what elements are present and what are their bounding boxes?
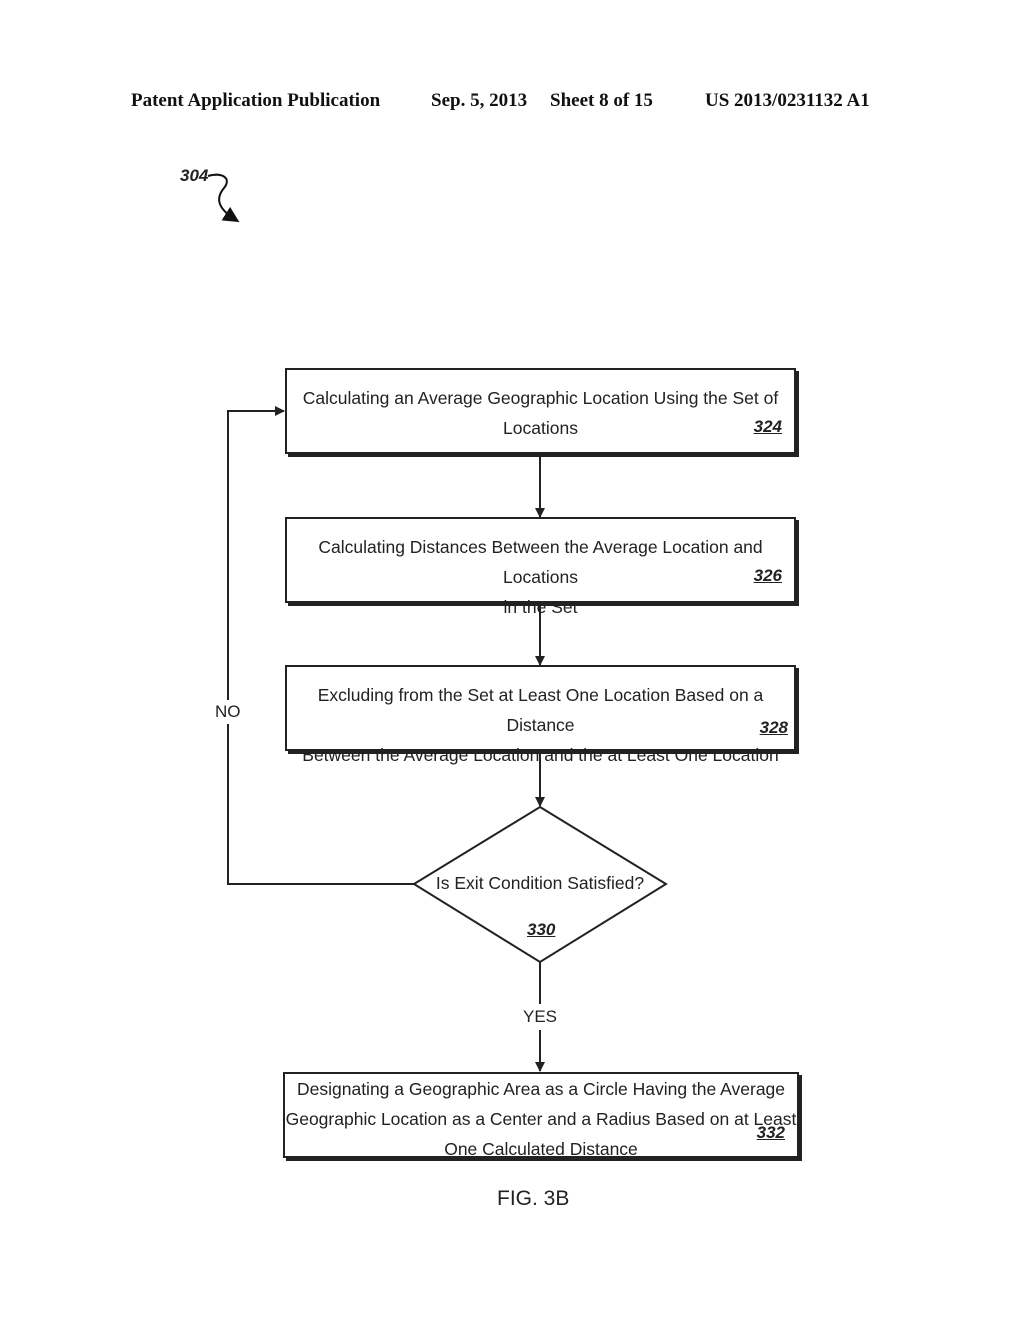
step-326-box: Calculating Distances Between the Averag… [285,517,796,617]
step-326-line-2: in the Set [503,597,578,617]
step-324-line-2: Locations [503,418,578,438]
step-324-ref: 324 [753,417,782,436]
arrow-no-loop [227,406,414,885]
step-324-box: Calculating an Average Geographic Locati… [285,368,796,454]
step-326-ref: 326 [753,566,782,585]
branch-no-label: NO [215,702,241,721]
step-332-box: Designating a Geographic Area as a Circl… [283,1072,799,1159]
decision-ref: 330 [527,920,556,939]
step-328-box: Excluding from the Set at Least One Loca… [285,665,796,765]
step-332-line-1: Designating a Geographic Area as a Circl… [296,1079,786,1099]
step-332-line-2: Geographic Location as a Center and a Ra… [285,1109,797,1129]
decision-text: Is Exit Condition Satisfied? [435,873,645,893]
step-324-line-1: Calculating an Average Geographic Locati… [302,388,779,408]
branch-yes-label: YES [523,1007,558,1026]
step-328-line-2: Between the Average Location and the at … [302,745,779,765]
figure-reference-arrow [207,173,240,223]
step-332-line-3: One Calculated Distance [444,1139,638,1159]
step-328-line-1: Excluding from the Set at Least One Loca… [317,685,764,735]
figure-caption: FIG. 3B [497,1187,570,1210]
step-332-ref: 332 [756,1123,785,1142]
step-328-ref: 328 [759,718,788,737]
step-326-line-1: Calculating Distances Between the Averag… [318,537,763,587]
